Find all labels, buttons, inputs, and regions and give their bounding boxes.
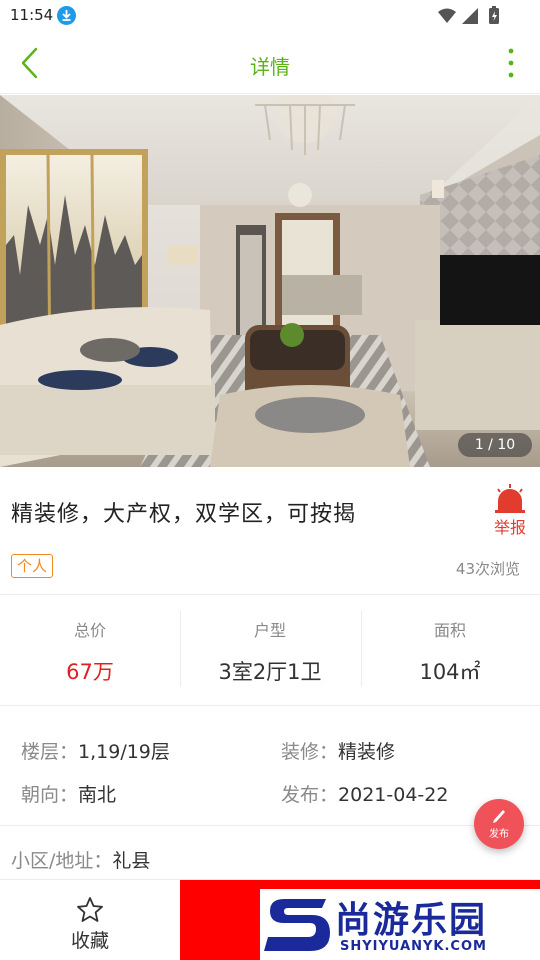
stat-area: 面积 104㎡ (360, 595, 540, 691)
watermark-url: SHYIYUANYK.COM (340, 939, 487, 954)
detail-key: 小区/地址： (11, 850, 113, 872)
divider (0, 825, 540, 826)
stat-value: 104㎡ (419, 660, 481, 684)
living-room-photo (0, 95, 540, 467)
detail-value: 2021-04-22 (338, 784, 449, 806)
detail-publish-date: 发布：2021-04-22 (281, 780, 448, 807)
site-watermark: 尚游乐园 SHYIYUANYK.COM (260, 889, 540, 960)
detail-key: 装修： (281, 741, 339, 763)
watermark-text: 尚游乐园 (335, 900, 488, 941)
detail-value: 南北 (78, 784, 117, 806)
alarm-siren-icon (495, 484, 525, 513)
stat-label: 面积 (433, 621, 466, 640)
detail-address: 小区/地址：礼县 (11, 846, 150, 873)
status-bar: 11:54 (0, 0, 540, 32)
report-label: 举报 (493, 518, 526, 537)
more-menu-button[interactable] (506, 48, 516, 78)
favorite-button[interactable]: 收藏 (50, 892, 130, 952)
stat-total-price: 总价 67万 (0, 595, 180, 691)
more-vertical-icon (508, 48, 514, 78)
image-counter: 1 / 10 (458, 433, 532, 457)
detail-key: 楼层： (21, 741, 79, 763)
divider (0, 705, 540, 706)
wifi-icon (438, 8, 456, 23)
photo-gallery[interactable]: 1 / 10 (0, 95, 540, 467)
app-header: 详情 (0, 32, 540, 94)
detail-key: 朝向： (21, 784, 79, 806)
system-status-icons (438, 6, 499, 24)
favorite-label: 收藏 (70, 930, 109, 952)
pencil-icon (493, 810, 505, 823)
status-time: 11:54 (10, 6, 54, 24)
stat-layout: 户型 3室2厅1卫 (180, 595, 360, 691)
stat-label: 总价 (73, 621, 106, 640)
fab-label: 发布 (489, 829, 509, 840)
listing-title: 精装修，大产权，双学区，可按揭 (11, 502, 357, 527)
detail-value: 精装修 (338, 741, 396, 763)
detail-decoration: 装修：精装修 (281, 737, 395, 764)
page-title: 详情 (250, 55, 290, 79)
seller-type-badge: 个人 (11, 554, 54, 578)
download-icon (57, 6, 76, 25)
stat-label: 户型 (253, 621, 286, 640)
report-button[interactable]: 举报 (490, 484, 530, 537)
star-icon (77, 897, 103, 922)
detail-key: 发布： (281, 784, 339, 806)
detail-orientation: 朝向：南北 (21, 780, 116, 807)
watermark-logo (264, 899, 330, 951)
signal-icon (462, 8, 478, 24)
publish-fab-button[interactable]: 发布 (474, 799, 524, 849)
stat-value: 3室2厅1卫 (218, 660, 322, 684)
stat-value: 67万 (66, 660, 114, 684)
detail-value: 礼县 (112, 850, 151, 872)
detail-floor: 楼层：1,19/19层 (21, 737, 170, 764)
detail-value: 1,19/19层 (78, 741, 170, 763)
view-count: 43次浏览 (455, 560, 520, 578)
